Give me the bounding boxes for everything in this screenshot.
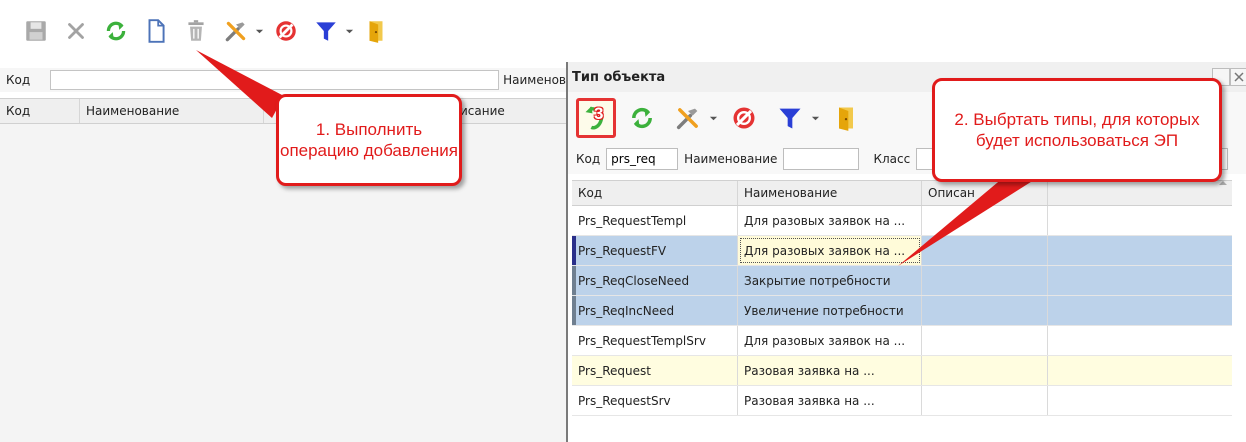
block-button[interactable] (268, 13, 304, 49)
row-name: Увеличение потребности (738, 296, 922, 325)
dialog-exit-button[interactable] (826, 98, 866, 138)
column-header-name[interactable]: Наименование (80, 99, 264, 123)
filter-icon (779, 108, 801, 129)
delete-button[interactable] (178, 13, 214, 49)
close-icon (1234, 72, 1244, 82)
column-header-description[interactable]: исание (454, 99, 554, 123)
table-row[interactable]: Prs_RequestTempl Для разовых заявок на .… (572, 206, 1232, 236)
refresh-icon (632, 107, 652, 129)
row-name: Для разовых заявок на ... (738, 326, 922, 355)
table-row[interactable]: Prs_Request Разовая заявка на ... (572, 356, 1232, 386)
row-description (922, 296, 1048, 325)
main-toolbar (0, 0, 560, 62)
delete-icon (188, 20, 204, 41)
code-filter-input[interactable] (49, 70, 500, 90)
row-code: Prs_RequestTempl (572, 206, 738, 235)
scroll-up-arrow-icon[interactable] (1218, 178, 1228, 188)
dialog-class-label: Класс (873, 152, 911, 166)
chevron-down-icon (345, 29, 353, 33)
dialog-code-input[interactable] (606, 148, 679, 170)
row-code: Prs_RequestSrv (572, 386, 738, 415)
refresh-icon (106, 21, 126, 41)
dialog-filter-dropdown-arrow[interactable] (810, 100, 820, 136)
dialog-grid-header: Код Наименование Описан (572, 180, 1232, 206)
row-name: Для разовых заявок на ... (738, 236, 922, 265)
dialog-code-label: Код (576, 152, 601, 166)
tools-dropdown-arrow[interactable] (254, 13, 264, 49)
row-code: Prs_ReqCloseNeed (572, 266, 738, 295)
row-code: Prs_RequestFV (572, 236, 738, 265)
dialog-tools-split-button[interactable] (668, 98, 718, 138)
dialog-name-label: Наименование (684, 152, 778, 166)
dialog-filter-split-button[interactable] (770, 98, 820, 138)
save-button[interactable] (18, 13, 54, 49)
row-description (922, 236, 1048, 265)
row-description (922, 326, 1048, 355)
code-filter-label: Код (6, 73, 31, 87)
save-icon (26, 21, 46, 41)
row-name: Разовая заявка на ... (738, 356, 922, 385)
tools-split-button[interactable] (218, 13, 264, 49)
dialog-block-button[interactable] (724, 98, 764, 138)
refresh-button[interactable] (98, 13, 134, 49)
exit-door-icon (839, 107, 853, 131)
add-document-icon (148, 19, 165, 43)
add-button[interactable] (138, 13, 174, 49)
callout-step-one: 1. Выполнить операцию добавления (276, 94, 462, 186)
table-row[interactable]: Prs_RequestTemplSrv Для разовых заявок н… (572, 326, 1232, 356)
exit-door-icon (369, 21, 383, 43)
block-icon (733, 107, 755, 129)
column-header-code[interactable]: Код (0, 99, 80, 123)
row-code: Prs_Request (572, 356, 738, 385)
cancel-icon (68, 23, 84, 39)
dialog-column-description[interactable]: Описан (922, 181, 1048, 205)
dialog-name-input[interactable] (783, 148, 860, 170)
chevron-down-icon (709, 116, 717, 120)
row-name: Для разовых заявок на ... (738, 206, 922, 235)
main-filter-row: Код Наименов (0, 68, 566, 92)
row-marker (572, 266, 576, 295)
row-marker (572, 236, 576, 265)
row-name: Разовая заявка на ... (738, 386, 922, 415)
dialog-close-button[interactable] (1230, 68, 1246, 86)
row-code: Prs_RequestTemplSrv (572, 326, 738, 355)
dialog-column-code[interactable]: Код (572, 181, 738, 205)
chevron-down-icon (255, 29, 263, 33)
exit-button[interactable] (358, 13, 394, 49)
row-description (922, 266, 1048, 295)
row-code: Prs_ReqIncNeed (572, 296, 738, 325)
filter-dropdown-arrow[interactable] (344, 13, 354, 49)
cancel-button[interactable] (58, 13, 94, 49)
tools-icon (225, 21, 246, 42)
row-description (922, 206, 1048, 235)
callout-step-two: 2. Выбртать типы, для которых будет испо… (932, 78, 1222, 182)
row-marker (572, 296, 576, 325)
table-row[interactable]: Prs_RequestFV Для разовых заявок на ... (572, 236, 1232, 266)
tools-icon (676, 108, 698, 130)
block-icon (276, 21, 296, 41)
chevron-down-icon (811, 116, 819, 120)
dialog-grid: Код Наименование Описан Prs_RequestTempl… (572, 180, 1232, 416)
table-row[interactable]: Prs_RequestSrv Разовая заявка на ... (572, 386, 1232, 416)
row-description (922, 386, 1048, 415)
table-row[interactable]: Prs_ReqIncNeed Увеличение потребности (572, 296, 1232, 326)
filter-split-button[interactable] (308, 13, 354, 49)
dialog-refresh-button[interactable] (622, 98, 662, 138)
row-description (922, 356, 1048, 385)
step-three-badge: 3 (594, 104, 604, 123)
dialog-column-name[interactable]: Наименование (738, 181, 922, 205)
dialog-tools-dropdown-arrow[interactable] (708, 100, 718, 136)
row-name: Закрытие потребности (738, 266, 922, 295)
name-filter-label: Наименов (503, 73, 566, 87)
table-row[interactable]: Prs_ReqCloseNeed Закрытие потребности (572, 266, 1232, 296)
filter-icon (316, 22, 336, 41)
